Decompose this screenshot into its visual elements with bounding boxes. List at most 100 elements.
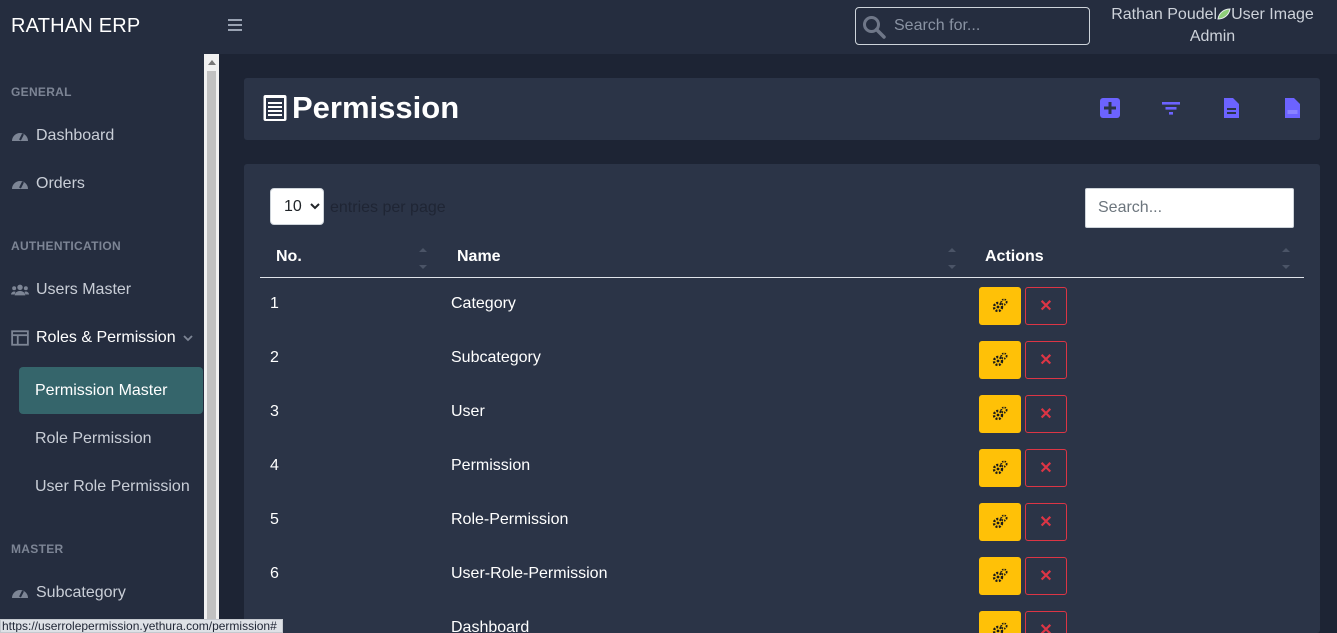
edit-permission-button[interactable] (979, 287, 1021, 325)
page-title: Permission (262, 90, 459, 126)
sidebar-scrollbar[interactable] (204, 54, 219, 633)
page-header-card: Permission (244, 78, 1320, 140)
page-title-text: Permission (292, 90, 460, 125)
close-icon: ✕ (1039, 622, 1053, 633)
add-icon[interactable] (1098, 96, 1122, 120)
sidebar-item-label: Dashboard (36, 127, 115, 144)
table-row: Dashboard ✕ (244, 606, 1320, 633)
edit-permission-button[interactable] (979, 449, 1021, 487)
row-number: 5 (270, 511, 279, 528)
brand-title[interactable]: RATHAN ERP (11, 15, 140, 38)
sidebar-item-orders[interactable]: Orders (11, 172, 85, 196)
table-search-input[interactable] (1085, 188, 1294, 228)
speedometer-icon (12, 181, 28, 189)
sidebar-item-role-permission[interactable]: Role Permission (19, 415, 203, 462)
broken-image-icon (1217, 8, 1231, 20)
close-icon: ✕ (1039, 298, 1053, 315)
row-name: Role-Permission (451, 511, 569, 528)
sidebar-toggle-icon[interactable] (228, 16, 242, 36)
delete-permission-button[interactable]: ✕ (1025, 503, 1067, 541)
sidebar-item-roles-permission[interactable]: Roles & Permission (11, 326, 194, 350)
permission-table-card: 10 entries per page No. Name Actions 1 Ca… (244, 164, 1320, 633)
global-search-input[interactable] (894, 12, 1084, 40)
sidebar-item-permission-master[interactable]: Permission Master (19, 367, 203, 414)
delete-permission-button[interactable]: ✕ (1025, 395, 1067, 433)
user-avatar-alt-text: User Image (1231, 6, 1314, 23)
gears-icon (992, 460, 1008, 475)
document-icon[interactable] (1219, 96, 1243, 120)
close-icon: ✕ (1039, 514, 1053, 531)
entries-per-page-select[interactable]: 10 (270, 188, 324, 225)
global-search-box[interactable] (855, 7, 1090, 45)
table-row: 6 User-Role-Permission ✕ (244, 552, 1320, 606)
close-icon: ✕ (1039, 460, 1053, 477)
users-icon (11, 284, 29, 296)
column-header-no[interactable]: No. (276, 248, 302, 266)
table-row: 3 User ✕ (244, 390, 1320, 444)
sidebar-item-label: Users Master (36, 281, 132, 298)
column-header-actions[interactable]: Actions (985, 248, 1044, 266)
sidebar-item-dashboard[interactable]: Dashboard (11, 124, 114, 148)
row-number: 2 (270, 349, 279, 366)
sidebar-section-authentication: AUTHENTICATION (11, 239, 121, 253)
table-layout-icon (11, 330, 29, 346)
status-bar-url: https://userrolepermission.yethura.com/p… (0, 619, 283, 633)
row-number: 3 (270, 403, 279, 420)
document-list-icon (263, 95, 287, 121)
sidebar-item-label: Subcategory (36, 584, 126, 601)
gears-icon (992, 352, 1008, 367)
row-name: User (451, 403, 485, 420)
edit-permission-button[interactable] (979, 611, 1021, 633)
scroll-up-arrow-icon[interactable] (208, 60, 216, 65)
scrollbar-thumb[interactable] (207, 71, 216, 633)
delete-permission-button[interactable]: ✕ (1025, 557, 1067, 595)
gears-icon (992, 298, 1008, 313)
table-row: 4 Permission ✕ (244, 444, 1320, 498)
close-icon: ✕ (1039, 406, 1053, 423)
speedometer-icon (12, 133, 28, 141)
row-number: 4 (270, 457, 279, 474)
sidebar-item-user-role-permission[interactable]: User Role Permission (19, 463, 203, 510)
sort-icon[interactable] (1282, 246, 1290, 272)
edit-permission-button[interactable] (979, 395, 1021, 433)
row-number: 6 (270, 565, 279, 582)
user-role: Admin (1189, 28, 1236, 45)
speedometer-icon (12, 590, 28, 598)
top-navbar: RATHAN ERP Rathan Poudel User Image Admin (0, 0, 1337, 54)
row-number: 1 (270, 295, 279, 312)
sort-icon[interactable] (948, 246, 956, 272)
delete-permission-button[interactable]: ✕ (1025, 341, 1067, 379)
gears-icon (992, 406, 1008, 421)
entries-per-page-label: entries per page (330, 199, 446, 216)
header-divider (260, 277, 1304, 278)
delete-permission-button[interactable]: ✕ (1025, 449, 1067, 487)
filter-icon[interactable] (1159, 96, 1183, 120)
edit-permission-button[interactable] (979, 503, 1021, 541)
chevron-down-icon (182, 335, 193, 342)
table-row: 5 Role-Permission ✕ (244, 498, 1320, 552)
column-header-name[interactable]: Name (457, 248, 501, 266)
sidebar: GENERAL Dashboard Orders AUTHENTICATION … (0, 54, 204, 633)
table-row: 2 Subcategory ✕ (244, 336, 1320, 390)
edit-permission-button[interactable] (979, 341, 1021, 379)
row-name: Category (451, 295, 516, 312)
delete-permission-button[interactable]: ✕ (1025, 611, 1067, 633)
edit-permission-button[interactable] (979, 557, 1021, 595)
sort-icon[interactable] (419, 246, 427, 272)
row-name: User-Role-Permission (451, 565, 608, 582)
delete-permission-button[interactable]: ✕ (1025, 287, 1067, 325)
row-name: Permission (451, 457, 531, 474)
row-name: Dashboard (451, 619, 530, 633)
close-icon: ✕ (1039, 352, 1053, 369)
sidebar-item-label: Roles & Permission (36, 329, 176, 346)
pdf-icon[interactable] (1280, 96, 1304, 120)
gears-icon (992, 622, 1008, 633)
user-name: Rathan Poudel (1111, 6, 1218, 23)
sidebar-item-users-master[interactable]: Users Master (11, 278, 131, 302)
row-name: Subcategory (451, 349, 541, 366)
gears-icon (992, 568, 1008, 583)
sidebar-item-subcategory[interactable]: Subcategory (11, 581, 126, 605)
sidebar-section-master: MASTER (11, 542, 64, 556)
user-menu[interactable]: Rathan Poudel User Image Admin (1100, 6, 1325, 46)
gears-icon (992, 514, 1008, 529)
